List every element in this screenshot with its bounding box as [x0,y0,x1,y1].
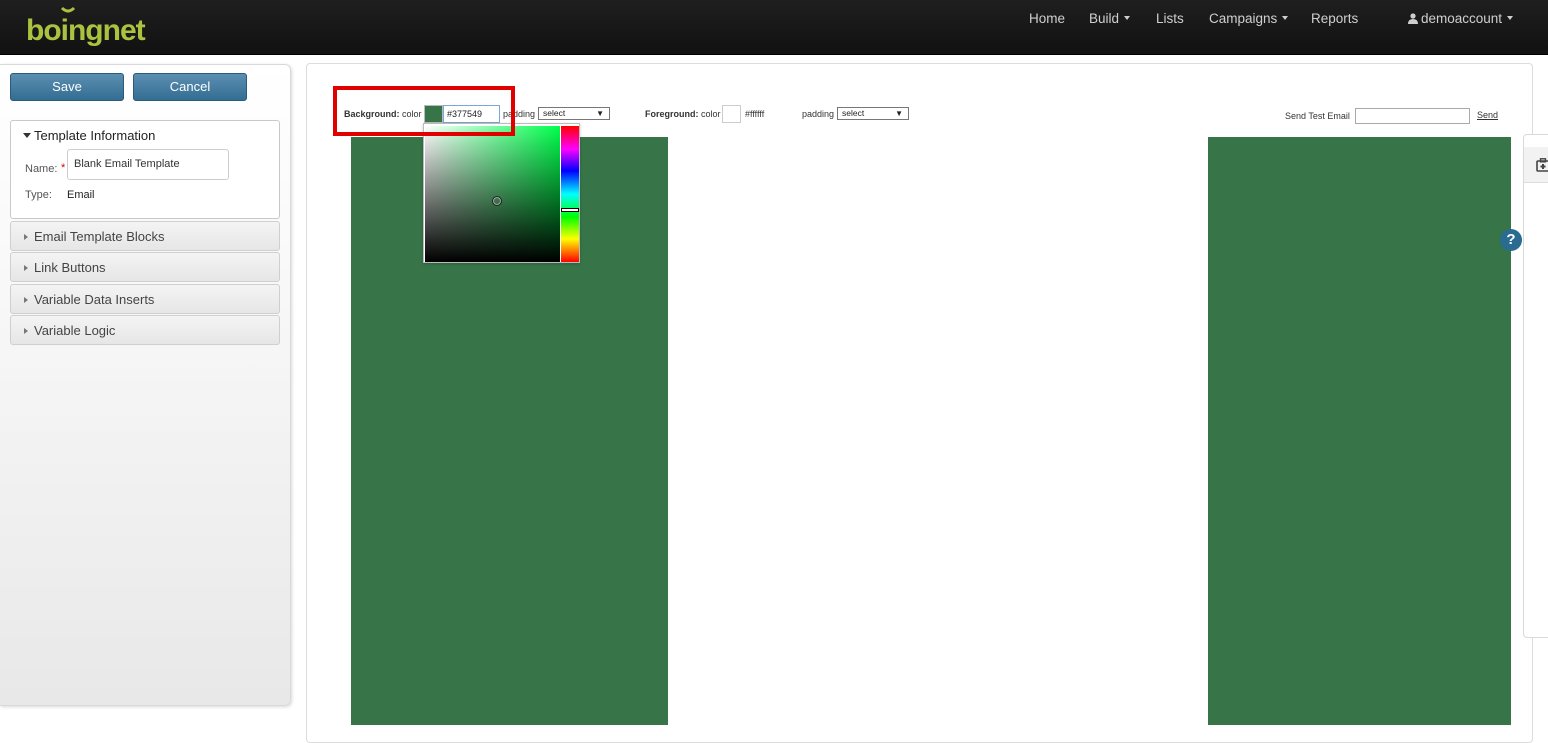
foreground-color-swatch[interactable] [722,105,741,123]
dropdown-arrow-icon: ▼ [596,109,604,118]
color-picker-cursor[interactable] [492,196,502,206]
template-name-input[interactable]: Blank Email Template [67,149,229,180]
section-variable-logic[interactable]: Variable Logic [10,315,280,345]
saturation-value-field[interactable] [425,126,560,262]
nav-account-label: demoaccount [1421,11,1503,26]
chevron-right-icon [24,328,28,334]
nav-campaigns[interactable]: Campaigns [1209,11,1289,26]
nav-home-label: Home [1029,11,1066,26]
send-test-email-label: Send Test Email [1285,111,1350,121]
nav-reports[interactable]: Reports [1311,11,1358,26]
chevron-right-icon [24,234,28,240]
section-email-template-blocks[interactable]: Email Template Blocks [10,221,280,251]
foreground-padding-label: padding [802,109,835,119]
foreground-label: Foreground: [645,109,699,119]
background-color-label: color [402,109,422,119]
section-label: Email Template Blocks [34,229,165,244]
select-value: select [842,108,865,118]
section-link-buttons[interactable]: Link Buttons [10,252,280,282]
foreground-color-label: color [701,109,721,119]
background-padding-select[interactable]: select ▼ [538,107,610,120]
send-test-email-input[interactable] [1355,108,1470,124]
section-variable-data-inserts[interactable]: Variable Data Inserts [10,284,280,314]
caret-down-icon [1507,16,1514,20]
cancel-button[interactable]: Cancel [133,73,247,101]
section-label: Variable Logic [34,323,116,338]
hue-slider[interactable] [561,126,579,262]
toolbox-icon [1536,158,1548,172]
nav-build-label: Build [1089,11,1120,26]
template-information-panel: Template Information Name: * Blank Email… [10,120,280,219]
name-label: Name: [25,163,58,175]
editor-sidebar: Save Cancel Template Information Name: *… [0,64,291,706]
top-navbar: boingnet Home Build Lists Campaigns Repo… [0,0,1548,55]
nav-reports-label: Reports [1311,11,1359,26]
color-picker-popup [423,123,580,263]
nav-home[interactable]: Home [1029,11,1065,26]
send-test-link[interactable]: Send [1477,110,1498,120]
dropdown-arrow-icon: ▼ [895,109,903,118]
help-icon[interactable]: ? [1500,229,1522,251]
select-value: select [543,108,566,118]
foreground-hex-value[interactable]: #ffffff [745,109,764,119]
template-information-title[interactable]: Template Information [34,128,155,143]
type-value: Email [67,189,95,201]
chevron-right-icon [24,297,28,303]
chevron-right-icon [24,265,28,271]
section-label: Link Buttons [34,260,106,275]
svg-text:boingnet: boingnet [26,14,146,47]
required-marker: * [61,162,66,174]
save-button[interactable]: Save [10,73,124,101]
foreground-padding-select[interactable]: select ▼ [837,107,909,120]
boingnet-logo[interactable]: boingnet [26,4,151,52]
nav-lists[interactable]: Lists [1156,11,1184,26]
foreground-toolbar-label: Foreground: color [645,109,721,119]
background-color-swatch[interactable] [424,105,443,123]
background-padding-label: padding [503,109,536,119]
caret-down-icon [1124,16,1131,20]
type-label: Type: [25,189,52,201]
background-label: Background: [344,109,400,119]
user-icon [1408,13,1418,24]
hue-slider-handle[interactable] [561,208,579,212]
section-label: Variable Data Inserts [34,292,155,307]
nav-lists-label: Lists [1156,11,1184,26]
caret-down-icon[interactable] [23,133,31,138]
background-hex-input[interactable]: #377549 [443,105,500,123]
nav-build[interactable]: Build [1089,11,1131,26]
right-tool-panel [1523,134,1548,638]
background-toolbar-label: Background: color [344,109,422,119]
toolbox-tab[interactable] [1524,147,1548,183]
nav-campaigns-label: Campaigns [1209,11,1278,26]
caret-down-icon [1282,16,1289,20]
nav-account[interactable]: demoaccount [1408,11,1514,26]
email-foreground-area[interactable] [668,137,1208,725]
